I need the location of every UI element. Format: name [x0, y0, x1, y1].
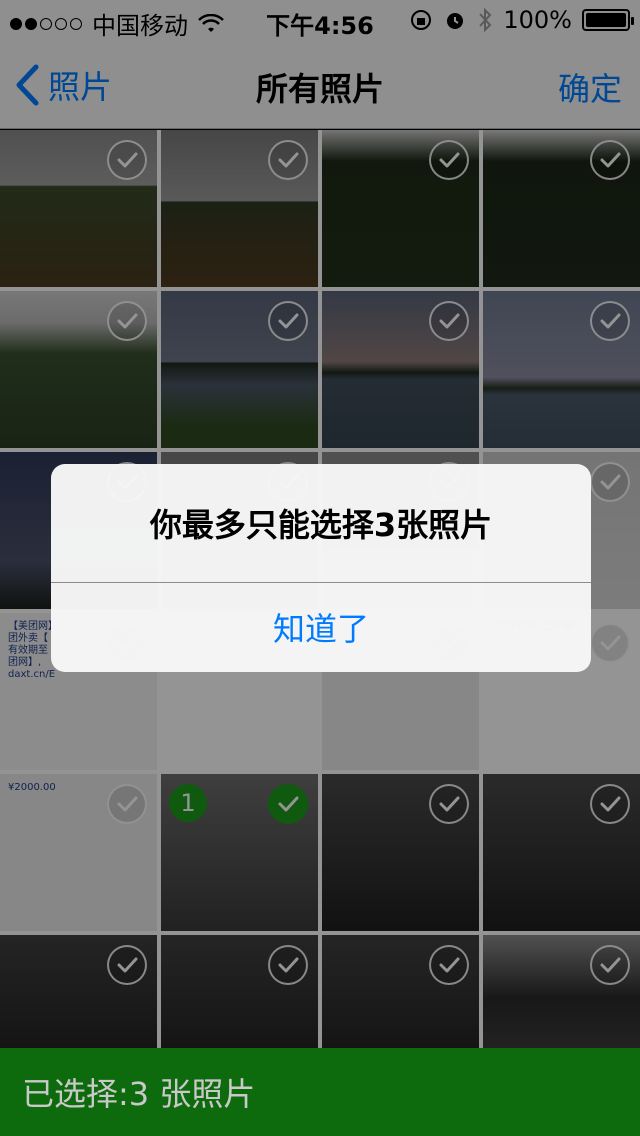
- selection-summary-bar: 已选择:3 张照片: [0, 1048, 640, 1136]
- alert-message: 你最多只能选择3张照片: [51, 464, 591, 583]
- alert-dialog: 你最多只能选择3张照片 知道了: [51, 464, 591, 672]
- selection-count-label: 已选择:3 张照片: [22, 1075, 256, 1113]
- alert-ok-button[interactable]: 知道了: [51, 583, 591, 671]
